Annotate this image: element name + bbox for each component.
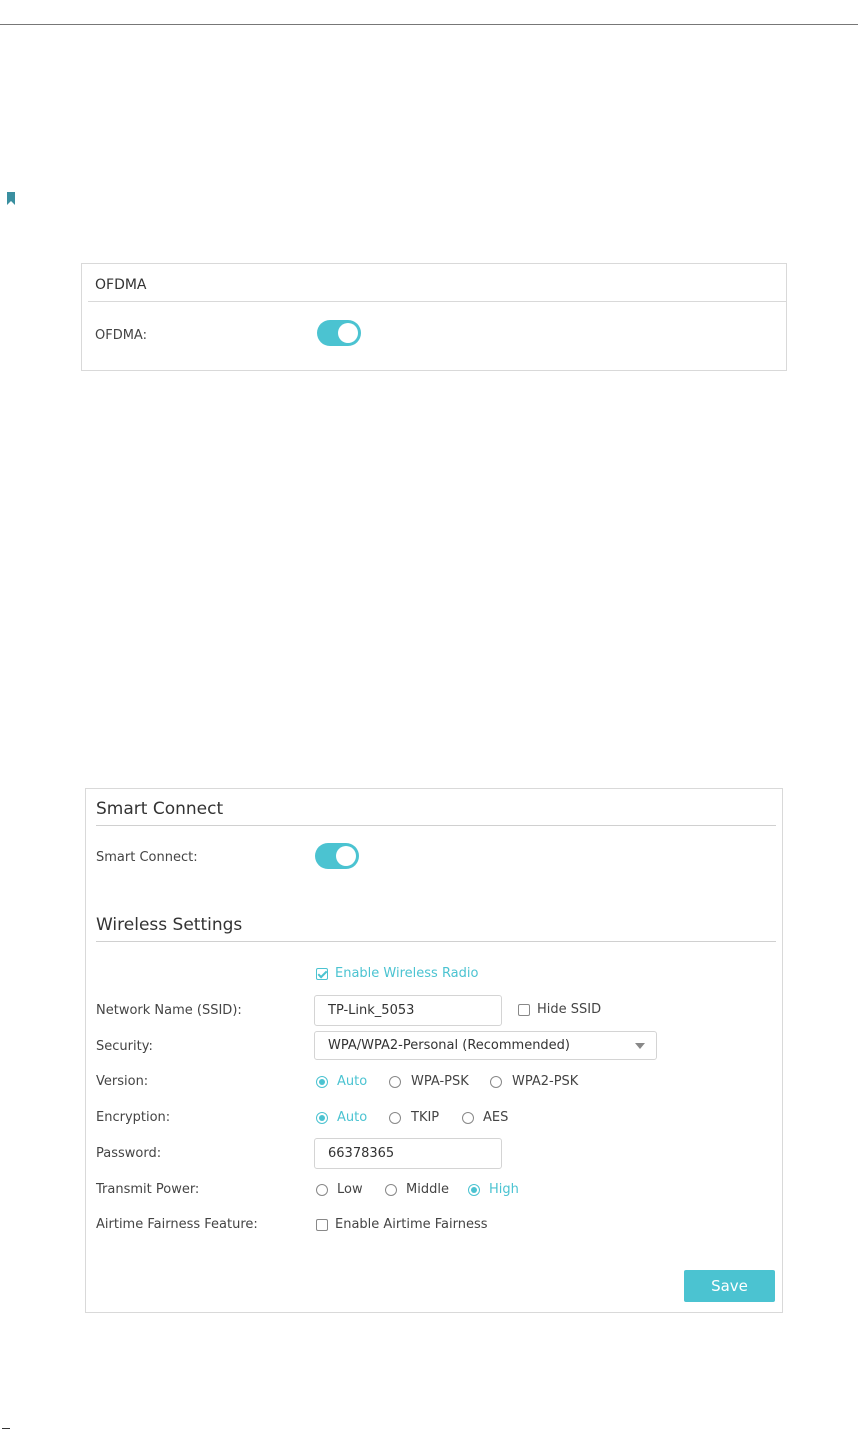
security-select-value: WPA/WPA2-Personal (Recommended) (328, 1038, 571, 1053)
encryption-label: Encryption: (96, 1110, 171, 1125)
save-button[interactable]: Save (684, 1270, 775, 1302)
chevron-down-icon (635, 1043, 645, 1049)
airtime-fairness-checkbox[interactable] (316, 1219, 328, 1231)
security-select[interactable]: WPA/WPA2-Personal (Recommended) (314, 1031, 657, 1060)
encryption-auto-label[interactable]: Auto (337, 1110, 367, 1125)
smart-connect-toggle-knob (336, 846, 356, 866)
hide-ssid-label[interactable]: Hide SSID (537, 1002, 601, 1017)
power-low-label[interactable]: Low (337, 1182, 363, 1197)
ofdma-toggle-knob (338, 323, 358, 343)
version-wpa-psk-label[interactable]: WPA-PSK (411, 1074, 469, 1089)
smart-connect-panel: Smart Connect Smart Connect: Wireless Se… (85, 788, 783, 1313)
version-auto-label[interactable]: Auto (337, 1074, 367, 1089)
encryption-tkip-label[interactable]: TKIP (411, 1110, 439, 1125)
version-auto-radio[interactable] (316, 1076, 328, 1088)
ssid-label: Network Name (SSID): (96, 1003, 242, 1018)
wireless-settings-title: Wireless Settings (96, 915, 243, 935)
bookmark-icon (7, 192, 15, 205)
security-label: Security: (96, 1039, 153, 1054)
power-high-label[interactable]: High (489, 1182, 519, 1197)
smart-connect-label: Smart Connect: (96, 850, 198, 865)
ssid-input[interactable]: TP-Link_5053 (314, 995, 502, 1026)
ofdma-panel-title: OFDMA (95, 277, 147, 293)
version-wpa-psk-radio[interactable] (389, 1076, 401, 1088)
encryption-tkip-radio[interactable] (389, 1112, 401, 1124)
password-input[interactable]: 66378365 (314, 1138, 502, 1169)
smart-connect-title: Smart Connect (96, 799, 224, 819)
ofdma-panel: OFDMA OFDMA: (81, 263, 787, 371)
version-label: Version: (96, 1074, 149, 1089)
power-high-radio[interactable] (468, 1184, 480, 1196)
version-wpa2-psk-radio[interactable] (490, 1076, 502, 1088)
encryption-aes-label[interactable]: AES (483, 1110, 508, 1125)
encryption-aes-radio[interactable] (462, 1112, 474, 1124)
smart-connect-divider (96, 825, 776, 826)
page-footer-mark (2, 1428, 10, 1429)
ofdma-toggle[interactable] (317, 320, 361, 346)
wireless-settings-divider (96, 941, 776, 942)
version-wpa2-psk-label[interactable]: WPA2-PSK (512, 1074, 578, 1089)
page-header-rule (0, 24, 858, 25)
airtime-fairness-option-label[interactable]: Enable Airtime Fairness (335, 1217, 488, 1232)
power-middle-label[interactable]: Middle (406, 1182, 449, 1197)
ofdma-panel-divider (88, 301, 786, 302)
password-label: Password: (96, 1146, 162, 1161)
hide-ssid-checkbox[interactable] (518, 1004, 530, 1016)
ofdma-label: OFDMA: (95, 328, 147, 343)
power-low-radio[interactable] (316, 1184, 328, 1196)
airtime-fairness-label: Airtime Fairness Feature: (96, 1217, 258, 1232)
enable-wireless-radio-label[interactable]: Enable Wireless Radio (335, 966, 478, 981)
transmit-power-label: Transmit Power: (96, 1182, 200, 1197)
enable-wireless-radio-checkbox[interactable] (316, 968, 328, 980)
encryption-auto-radio[interactable] (316, 1112, 328, 1124)
smart-connect-toggle[interactable] (315, 843, 359, 869)
power-middle-radio[interactable] (385, 1184, 397, 1196)
